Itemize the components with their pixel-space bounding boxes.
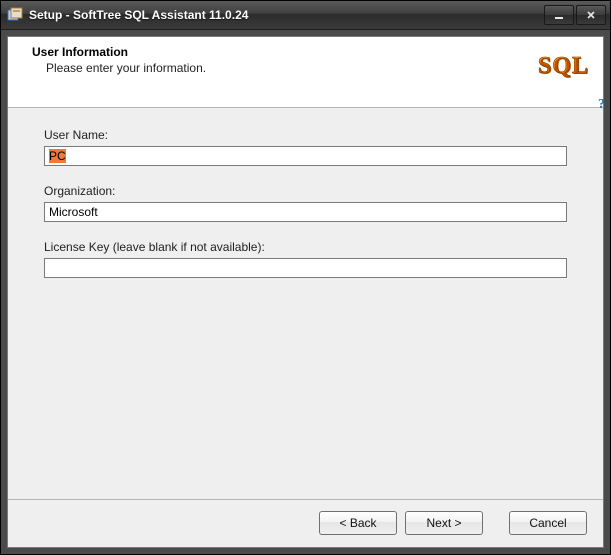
close-button[interactable]: [576, 5, 606, 25]
cancel-button[interactable]: Cancel: [509, 511, 587, 535]
license-key-input[interactable]: [44, 258, 567, 278]
minimize-button[interactable]: [544, 5, 574, 25]
organization-group: Organization:: [44, 184, 581, 222]
organization-input[interactable]: [44, 202, 567, 222]
wizard-header: User Information Please enter your infor…: [8, 37, 603, 108]
window-title: Setup - SoftTree SQL Assistant 11.0.24: [29, 8, 544, 22]
wizard-page: User Information Please enter your infor…: [7, 36, 604, 548]
organization-label: Organization:: [44, 184, 581, 198]
user-name-input[interactable]: PC: [44, 146, 567, 166]
sql-logo-icon: SQL ?: [525, 45, 589, 87]
next-button[interactable]: Next >: [405, 511, 483, 535]
user-name-label: User Name:: [44, 128, 581, 142]
page-subheading: Please enter your information.: [46, 61, 206, 75]
installer-icon: [7, 7, 23, 23]
page-heading: User Information: [32, 45, 206, 59]
window-chrome: User Information Please enter your infor…: [1, 30, 610, 554]
back-button[interactable]: < Back: [319, 511, 397, 535]
window-controls: [544, 5, 606, 25]
wizard-footer: < Back Next > Cancel: [8, 499, 603, 547]
setup-window: Setup - SoftTree SQL Assistant 11.0.24 U…: [0, 0, 611, 555]
form-body: User Name: PC Organization: License Key …: [8, 108, 603, 499]
license-key-label: License Key (leave blank if not availabl…: [44, 240, 581, 254]
license-key-group: License Key (leave blank if not availabl…: [44, 240, 581, 278]
titlebar: Setup - SoftTree SQL Assistant 11.0.24: [1, 1, 610, 30]
user-name-group: User Name: PC: [44, 128, 581, 166]
